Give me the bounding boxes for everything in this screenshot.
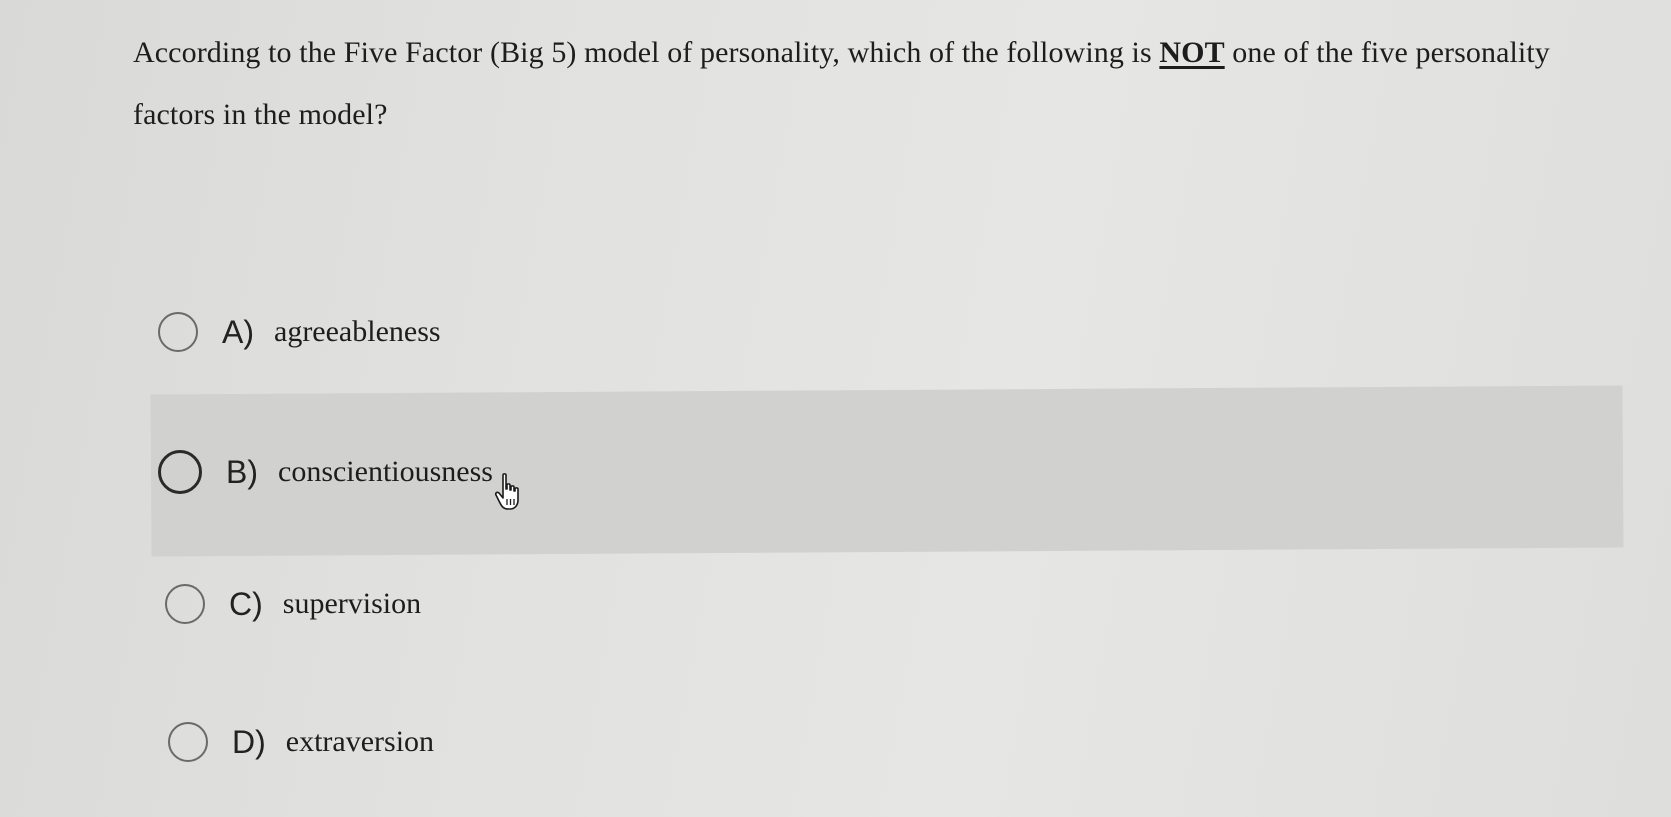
radio-button-a[interactable] [158, 312, 198, 352]
radio-button-b[interactable] [158, 450, 202, 494]
option-label-b: conscientiousness [278, 455, 493, 488]
option-d[interactable]: D) extraversion [168, 722, 434, 762]
question-emphasis: NOT [1159, 36, 1225, 69]
option-letter-d: D) [232, 723, 266, 760]
question-text-start: According to the Five Factor (Big 5) mod… [133, 36, 1160, 69]
question-text: According to the Five Factor (Big 5) mod… [133, 22, 1593, 146]
option-letter-b: B) [226, 453, 258, 490]
option-letter-a: A) [222, 313, 254, 350]
option-label-d: extraversion [285, 725, 435, 758]
option-a[interactable]: A) agreeableness [158, 312, 441, 352]
option-letter-c: C) [229, 585, 263, 622]
option-c[interactable]: C) supervision [165, 584, 421, 624]
radio-button-d[interactable] [168, 722, 208, 762]
option-label-a: agreeableness [274, 315, 441, 348]
hand-pointer-icon [494, 473, 519, 510]
option-b[interactable]: B) conscientiousness [158, 450, 493, 494]
option-label-c: supervision [282, 587, 422, 620]
radio-button-c[interactable] [165, 584, 205, 624]
